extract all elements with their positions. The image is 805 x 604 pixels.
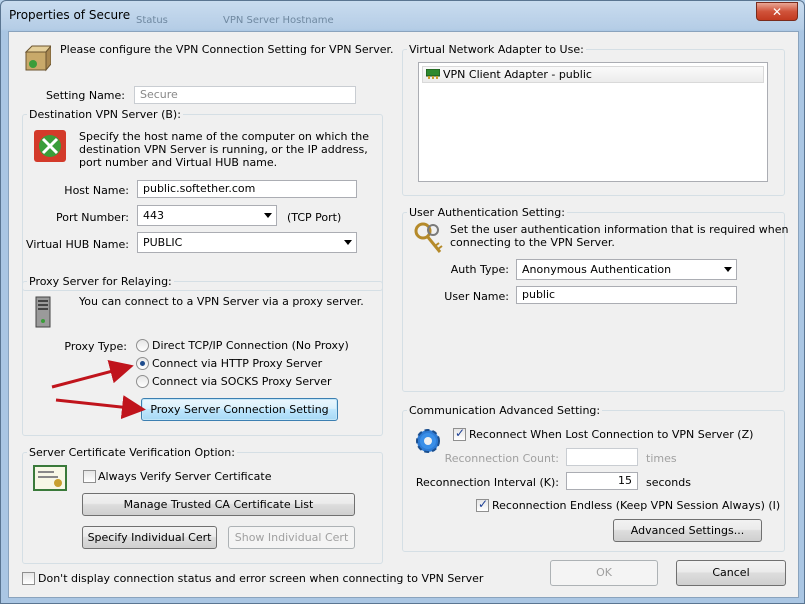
hub-name-label: Virtual HUB Name: (26, 238, 129, 251)
user-name-input[interactable]: public (516, 286, 737, 304)
host-name-input[interactable]: public.softether.com (137, 180, 357, 198)
always-verify-label[interactable]: Always Verify Server Certificate (98, 470, 271, 483)
destination-group-label: Destination VPN Server (B): (27, 108, 183, 121)
vpn-connection-icon (24, 45, 51, 72)
reconnect-checkbox[interactable] (453, 426, 466, 441)
reconnect-count-label: Reconnection Count: (444, 452, 559, 465)
adapter-list-item[interactable]: VPN Client Adapter - public (422, 66, 764, 83)
network-adapter-icon (426, 69, 440, 79)
auth-group-label: User Authentication Setting: (407, 206, 567, 219)
title-bar[interactable]: Properties of Secure Status VPN Server H… (1, 1, 804, 31)
dont-display-checkbox[interactable] (22, 572, 35, 585)
reconnect-count-input (566, 448, 638, 466)
manage-ca-button[interactable]: Manage Trusted CA Certificate List (82, 493, 355, 516)
ok-button: OK (550, 560, 658, 586)
arrow-to-proxy-setting (55, 395, 146, 419)
setting-name-label: Setting Name: (45, 89, 125, 102)
reconnect-count-unit: times (646, 452, 677, 465)
dialog-client-area: Please configure the VPN Connection Sett… (8, 31, 799, 598)
close-icon: ✕ (771, 5, 783, 19)
auth-description-2: connecting to the VPN Server. (450, 236, 615, 249)
proxy-option-direct-radio[interactable] (136, 339, 149, 352)
arrow-to-http-proxy (51, 359, 134, 389)
port-number-label: Port Number: (55, 211, 129, 224)
properties-dialog: Properties of Secure Status VPN Server H… (0, 0, 805, 604)
background-tab-status: Status (136, 15, 168, 26)
port-number-select[interactable]: 443 (137, 205, 277, 226)
proxy-option-http-label[interactable]: Connect via HTTP Proxy Server (152, 357, 322, 370)
hub-name-value: PUBLIC (143, 236, 183, 249)
setting-name-input[interactable]: Secure (134, 86, 356, 104)
auth-type-label: Auth Type: (450, 263, 509, 276)
adapter-item-label: VPN Client Adapter - public (443, 68, 592, 81)
reconnect-label[interactable]: Reconnect When Lost Connection to VPN Se… (469, 428, 753, 441)
advanced-group-label: Communication Advanced Setting: (407, 404, 603, 417)
proxy-option-direct-label[interactable]: Direct TCP/IP Connection (No Proxy) (152, 339, 349, 352)
proxy-type-label: Proxy Type: (64, 340, 127, 353)
hub-name-select[interactable]: PUBLIC (137, 232, 357, 253)
port-number-value: 443 (143, 209, 164, 222)
intro-text: Please configure the VPN Connection Sett… (60, 43, 394, 56)
certificate-group-label: Server Certificate Verification Option: (27, 446, 237, 459)
destination-server-icon (34, 130, 66, 162)
advanced-settings-button[interactable]: Advanced Settings... (613, 519, 762, 542)
reconnect-endless-label[interactable]: Reconnection Endless (Keep VPN Session A… (492, 499, 780, 512)
close-button[interactable]: ✕ (756, 2, 798, 21)
adapter-group-label: Virtual Network Adapter to Use: (407, 43, 586, 56)
auth-type-value: Anonymous Authentication (522, 263, 672, 276)
window-title: Properties of Secure (9, 8, 131, 22)
always-verify-checkbox[interactable] (83, 470, 96, 483)
chevron-down-icon (724, 267, 732, 272)
cancel-button[interactable]: Cancel (676, 560, 786, 586)
auth-type-select[interactable]: Anonymous Authentication (516, 259, 737, 280)
port-unit-label: (TCP Port) (287, 211, 342, 224)
keys-icon (414, 222, 443, 253)
destination-description-3: port number and Virtual HUB name. (79, 156, 278, 169)
adapter-list[interactable]: VPN Client Adapter - public (418, 62, 768, 182)
reconnect-interval-unit: seconds (646, 476, 691, 489)
reconnect-endless-checkbox[interactable] (476, 497, 489, 512)
destination-description-1: Specify the host name of the computer on… (79, 130, 369, 143)
proxy-setting-button[interactable]: Proxy Server Connection Setting (141, 398, 338, 421)
host-name-label: Host Name: (64, 184, 129, 197)
dont-display-label[interactable]: Don't display connection status and erro… (38, 572, 483, 585)
reconnect-interval-label: Reconnection Interval (K): (415, 476, 559, 489)
annotation-arrows (51, 359, 146, 419)
proxy-server-icon (35, 296, 51, 328)
certificate-icon (33, 465, 67, 491)
specify-cert-button[interactable]: Specify Individual Cert (82, 526, 217, 549)
reconnect-interval-input[interactable]: 15 (566, 472, 638, 490)
destination-description-2: destination VPN Server is running, or th… (79, 143, 368, 156)
user-name-label: User Name: (444, 290, 509, 303)
chevron-down-icon (344, 240, 352, 245)
background-tab-hostname: VPN Server Hostname (223, 15, 334, 26)
proxy-description: You can connect to a VPN Server via a pr… (79, 295, 364, 308)
chevron-down-icon (264, 213, 272, 218)
show-cert-button: Show Individual Cert (228, 526, 355, 549)
auth-description-1: Set the user authentication information … (450, 223, 789, 236)
proxy-group-label: Proxy Server for Relaying: (27, 275, 174, 288)
proxy-option-socks-label[interactable]: Connect via SOCKS Proxy Server (152, 375, 332, 388)
